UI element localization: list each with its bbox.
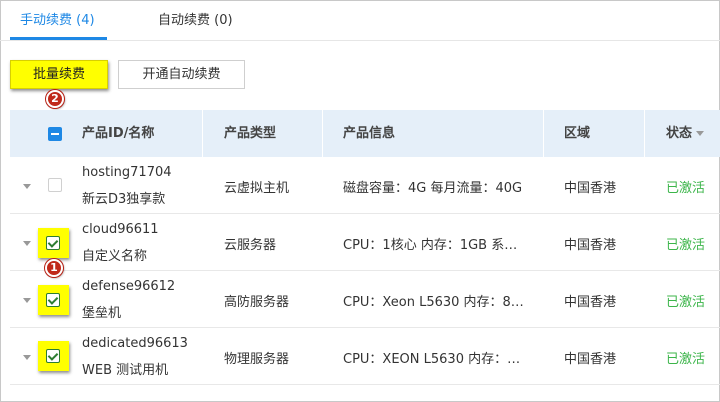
- checkbox-highlight: [38, 228, 69, 258]
- table-header: 产品ID/名称 产品类型 产品信息 区域 状态: [10, 110, 720, 157]
- product-type: 高防服务器: [224, 295, 290, 310]
- status-badge: 已激活: [666, 352, 706, 367]
- product-id: defense96612: [82, 279, 176, 294]
- product-region: 中国香港: [564, 181, 617, 196]
- column-divider: [322, 110, 323, 157]
- product-id: dedicated96613: [82, 336, 188, 351]
- product-info: 磁盘容量：4G 每月流量：40G: [343, 181, 523, 196]
- column-divider: [543, 110, 544, 157]
- product-region: 中国香港: [564, 238, 617, 253]
- checkbox-highlight: [38, 341, 69, 371]
- header-status: 状态: [666, 126, 693, 141]
- product-name: WEB 测试用机: [82, 363, 169, 378]
- batch-renew-button[interactable]: 批量续费: [10, 60, 108, 89]
- table-row: defense96612 堡垒机 高防服务器 CPU：Xeon L5630 内存…: [10, 271, 720, 328]
- sort-down-icon: [696, 131, 705, 136]
- column-divider: [202, 110, 203, 157]
- column-divider: [644, 110, 645, 157]
- product-name: 新云D3独享款: [82, 192, 166, 207]
- status-badge: 已激活: [666, 295, 706, 310]
- table-row: cloud96611 自定义名称 云服务器 CPU：1核心 内存：1GB 系… …: [10, 214, 720, 271]
- tab-auto-renewal[interactable]: 自动续费 (0): [158, 0, 233, 41]
- expand-caret-icon[interactable]: [23, 355, 31, 360]
- row-checkbox-checked[interactable]: [46, 236, 60, 250]
- header-type: 产品类型: [224, 126, 277, 141]
- expand-caret-icon[interactable]: [23, 298, 31, 303]
- product-info: CPU：Xeon L5630 内存：8…: [343, 295, 524, 310]
- tab-manual-renewal[interactable]: 手动续费 (4): [20, 0, 95, 41]
- product-type: 云虚拟主机: [224, 181, 290, 196]
- product-type: 云服务器: [224, 238, 277, 253]
- row-checkbox-checked[interactable]: [46, 349, 60, 363]
- header-status-sortable[interactable]: 状态: [666, 110, 705, 157]
- status-badge: 已激活: [666, 181, 706, 196]
- product-type: 物理服务器: [224, 352, 290, 367]
- expand-caret-icon[interactable]: [23, 241, 31, 246]
- header-info: 产品信息: [343, 126, 396, 141]
- status-badge: 已激活: [666, 238, 706, 253]
- renewal-tabs: 手动续费 (4) 自动续费 (0): [0, 0, 720, 41]
- table-row: dedicated96613 WEB 测试用机 物理服务器 CPU：XEON L…: [10, 328, 720, 385]
- product-name: 堡垒机: [82, 306, 122, 321]
- row-checkbox-checked[interactable]: [46, 293, 60, 307]
- product-info: CPU：XEON L5630 内存：…: [343, 352, 521, 367]
- table-row: hosting71704 新云D3独享款 云虚拟主机 磁盘容量：4G 每月流量：…: [10, 157, 720, 214]
- header-product: 产品ID/名称: [82, 126, 155, 141]
- product-name: 自定义名称: [82, 249, 148, 264]
- header-region: 区域: [564, 126, 591, 141]
- step-badge-2: 2: [46, 90, 64, 108]
- active-tab-indicator: [10, 37, 107, 40]
- select-all-checkbox[interactable]: [48, 127, 62, 141]
- product-region: 中国香港: [564, 295, 617, 310]
- checkbox-highlight: [38, 285, 69, 315]
- enable-auto-renew-button[interactable]: 开通自动续费: [118, 60, 245, 89]
- row-checkbox[interactable]: [48, 178, 62, 192]
- product-id: hosting71704: [82, 165, 172, 180]
- product-info: CPU：1核心 内存：1GB 系…: [343, 238, 518, 253]
- expand-caret-icon[interactable]: [23, 184, 31, 189]
- product-id: cloud96611: [82, 222, 159, 237]
- product-region: 中国香港: [564, 352, 617, 367]
